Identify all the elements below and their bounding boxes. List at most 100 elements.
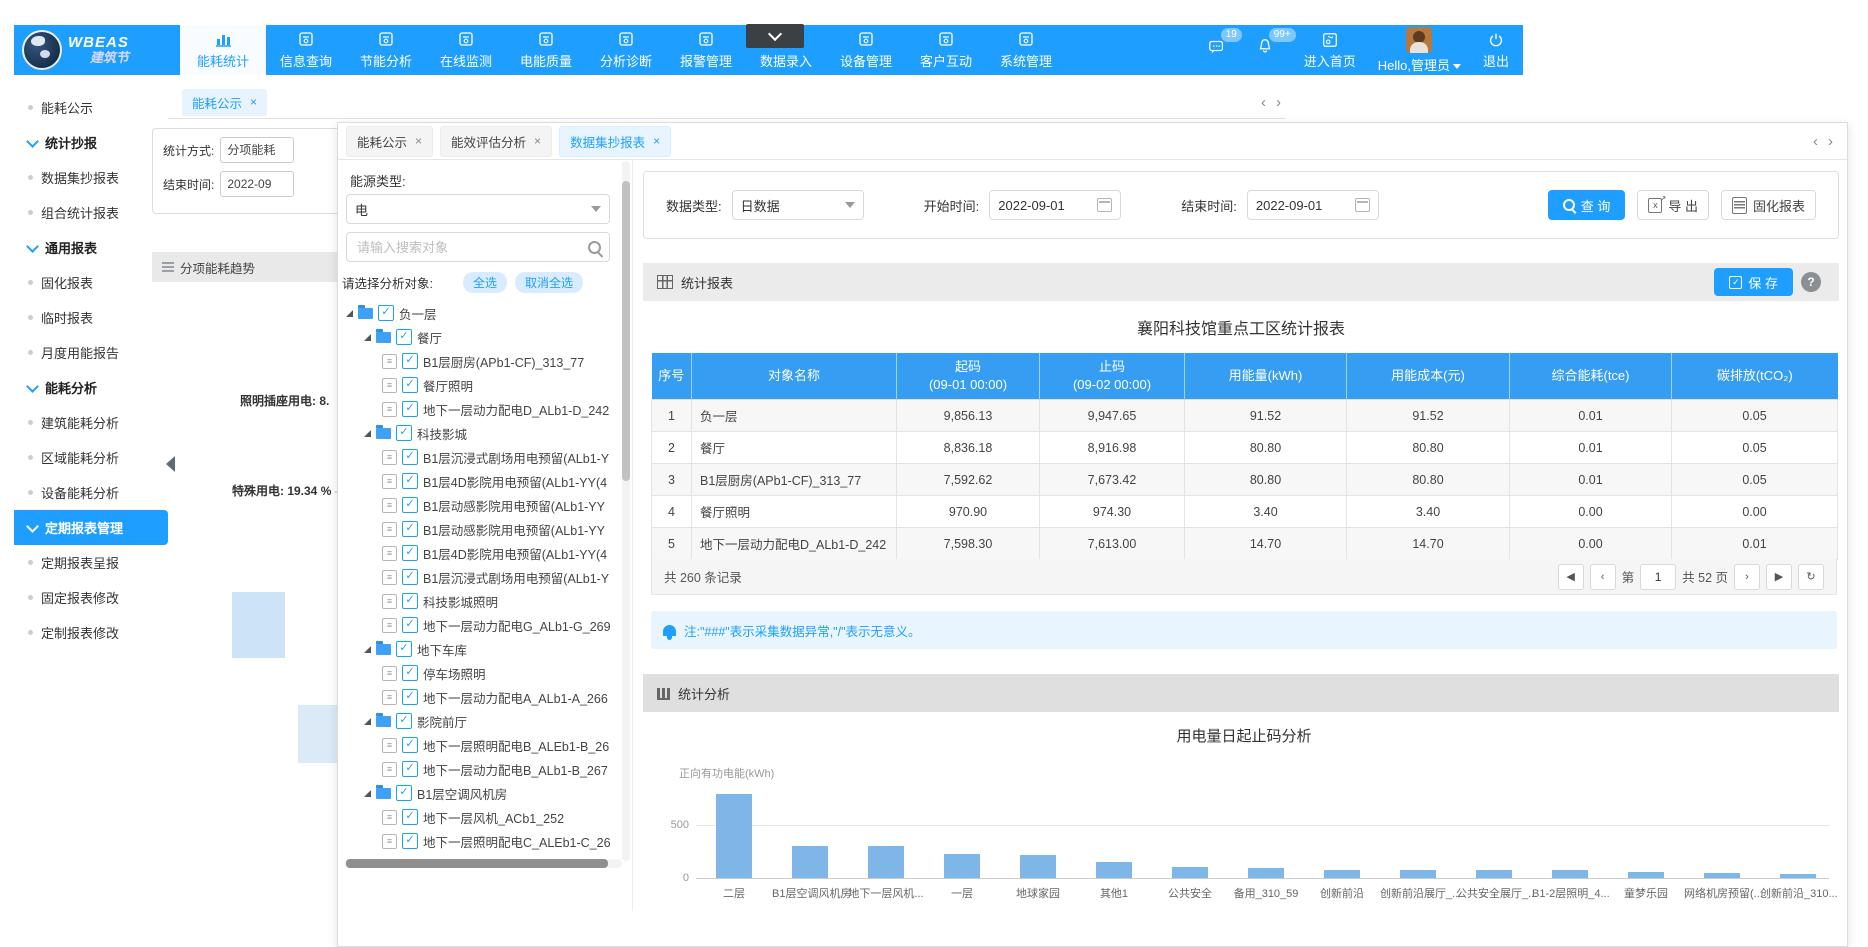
message-badge[interactable]: 19 xyxy=(1221,28,1242,42)
stat-mode-select[interactable]: 分项能耗 xyxy=(220,137,294,163)
select-all-button[interactable]: 全选 xyxy=(463,272,507,293)
tree-node[interactable]: ✓影院前厅 xyxy=(346,709,618,733)
nav-item-analysis-diagnosis[interactable]: 分析诊断 xyxy=(586,25,666,75)
end-time-input[interactable]: 2022-09 xyxy=(220,171,294,197)
tree-expander-icon[interactable] xyxy=(364,790,371,797)
tree-node[interactable]: ≡✓B1层4D影院用电预留(ALb1-YY(4 xyxy=(346,541,618,565)
sidebar-item-custom-report-edit[interactable]: 定制报表修改 xyxy=(14,615,168,650)
tree-expander-icon[interactable] xyxy=(364,334,371,341)
close-icon[interactable]: × xyxy=(250,95,257,109)
nav-item-alarm-management[interactable]: 报警管理 xyxy=(666,25,746,75)
last-page-button[interactable]: ▶ xyxy=(1766,564,1792,590)
checkbox-checked[interactable]: ✓ xyxy=(402,521,418,537)
checkbox-checked[interactable]: ✓ xyxy=(402,401,418,417)
tree-node[interactable]: ≡✓B1层动感影院用电预留(ALb1-YY xyxy=(346,493,618,517)
tree-node[interactable]: ≡✓餐厅照明 xyxy=(346,373,618,397)
tab-scroll-left[interactable]: ‹ xyxy=(1261,94,1266,111)
tree-node[interactable]: ✓地下车库 xyxy=(346,637,618,661)
logout-button[interactable]: 退出 xyxy=(1483,31,1509,70)
first-page-button[interactable]: ◀ xyxy=(1558,564,1584,590)
tree-node[interactable]: ≡✓地下一层动力配电B_ALb1-B_267 xyxy=(346,757,618,781)
checkbox-checked[interactable]: ✓ xyxy=(402,353,418,369)
next-page-button[interactable]: › xyxy=(1734,564,1760,590)
panel-tab-scroll-left[interactable]: ‹ xyxy=(1813,133,1818,150)
checkbox-checked[interactable]: ✓ xyxy=(402,593,418,609)
energy-type-select[interactable]: 电 xyxy=(346,194,610,224)
checkbox-checked[interactable]: ✓ xyxy=(396,713,412,729)
sidebar-item-solidified-report[interactable]: 固化报表 xyxy=(14,265,168,300)
checkbox-checked[interactable]: ✓ xyxy=(402,665,418,681)
sidebar-item-temporary-report[interactable]: 临时报表 xyxy=(14,300,168,335)
sidebar-item-dataset-report[interactable]: 数据集抄报表 xyxy=(14,160,168,195)
save-button[interactable]: ✓保 存 xyxy=(1714,268,1793,296)
tree-node[interactable]: ≡✓地下一层照明配电B_ALEb1-B_26 xyxy=(346,733,618,757)
home-button[interactable]: 进入首页 xyxy=(1304,31,1356,70)
tree-node[interactable]: ≡✓科技影城照明 xyxy=(346,589,618,613)
tree-node[interactable]: ≡✓地下一层照明配电C_ALEb1-C_26 xyxy=(346,829,618,853)
tree-vertical-scrollbar[interactable] xyxy=(622,161,630,861)
data-type-select[interactable]: 日数据 xyxy=(732,190,864,220)
checkbox-checked[interactable]: ✓ xyxy=(402,833,418,849)
refresh-button[interactable]: ↻ xyxy=(1798,564,1824,590)
checkbox-checked[interactable]: ✓ xyxy=(396,785,412,801)
nav-item-power-quality[interactable]: 电能质量 xyxy=(506,25,586,75)
tree-node[interactable]: ≡✓地下一层动力配电A_ALb1-A_266 xyxy=(346,685,618,709)
tab-scroll-right[interactable]: › xyxy=(1276,94,1281,111)
sidebar-item-monthly-energy-report[interactable]: 月度用能报告 xyxy=(14,335,168,370)
panel-tab-energy-publicity[interactable]: 能耗公示× xyxy=(346,126,433,157)
data-entry-dropdown-arrow[interactable] xyxy=(746,24,804,48)
sidebar-item-building-energy-analysis[interactable]: 建筑能耗分析 xyxy=(14,405,168,440)
checkbox-checked[interactable]: ✓ xyxy=(402,689,418,705)
checkbox-checked[interactable]: ✓ xyxy=(402,569,418,585)
tree-node[interactable]: ≡✓B1层沉浸式剧场用电预留(ALb1-Y xyxy=(346,565,618,589)
solidify-report-button[interactable]: 固化报表 xyxy=(1721,190,1816,220)
tree-node[interactable]: ≡✓B1层4D影院用电预留(ALb1-YY(4 xyxy=(346,469,618,493)
sidebar-item-periodic-report-submit[interactable]: 定期报表呈报 xyxy=(14,545,168,580)
tree-node[interactable]: ≡✓B1层沉浸式剧场用电预留(ALb1-Y xyxy=(346,445,618,469)
checkbox-checked[interactable]: ✓ xyxy=(378,305,394,321)
query-button[interactable]: 查 询 xyxy=(1548,190,1626,220)
scrollbar-thumb[interactable] xyxy=(622,181,630,481)
panel-tab-scroll-right[interactable]: › xyxy=(1828,133,1833,150)
tree-node[interactable]: ✓科技影城 xyxy=(346,421,618,445)
messages-button[interactable]: 19 xyxy=(1208,37,1234,63)
checkbox-checked[interactable]: ✓ xyxy=(402,809,418,825)
tree-expander-icon[interactable] xyxy=(364,646,371,653)
start-date-input[interactable]: 2022-09-01 xyxy=(989,190,1121,220)
sidebar-item-periodic-report-mgmt[interactable]: 定期报表管理 xyxy=(14,510,168,545)
checkbox-checked[interactable]: ✓ xyxy=(402,737,418,753)
sidebar-item-region-energy-analysis[interactable]: 区域能耗分析 xyxy=(14,440,168,475)
nav-item-info-query[interactable]: 信息查询 xyxy=(266,25,346,75)
alert-badge[interactable]: 99+ xyxy=(1269,28,1296,42)
table-row[interactable]: 5地下一层动力配电D_ALb1-D_2427,598.307,613.0014.… xyxy=(652,528,1838,560)
close-icon[interactable]: × xyxy=(653,134,660,148)
panel-tab-efficiency-evaluation[interactable]: 能效评估分析× xyxy=(440,126,552,157)
alerts-button[interactable]: 99+ xyxy=(1256,37,1282,63)
search-icon[interactable] xyxy=(588,241,601,254)
tree-node[interactable]: ✓负一层 xyxy=(346,301,618,325)
deselect-all-button[interactable]: 取消全选 xyxy=(515,272,583,293)
tree-node[interactable]: ≡✓地下一层风机_ACb1_252 xyxy=(346,805,618,829)
search-input[interactable] xyxy=(355,239,588,256)
tree-node[interactable]: ≡✓地下一层动力配电D_ALb1-D_242 xyxy=(346,397,618,421)
checkbox-checked[interactable]: ✓ xyxy=(402,617,418,633)
nav-item-customer-interaction[interactable]: 客户互动 xyxy=(906,25,986,75)
nav-item-energy-saving-analysis[interactable]: 节能分析 xyxy=(346,25,426,75)
checkbox-checked[interactable]: ✓ xyxy=(402,473,418,489)
sidebar-item-stat-meter-reading[interactable]: 统计抄报 xyxy=(14,125,168,160)
tree-node[interactable]: ≡✓B1层动感影院用电预留(ALb1-YY xyxy=(346,517,618,541)
close-icon[interactable]: × xyxy=(534,134,541,148)
scrollbar-thumb[interactable] xyxy=(346,859,608,868)
workspace-tab-energy-publicity[interactable]: 能耗公示 × xyxy=(182,89,267,116)
export-button[interactable]: x导 出 xyxy=(1637,190,1709,220)
tree-node[interactable]: ≡✓B1层厨房(APb1-CF)_313_77 xyxy=(346,349,618,373)
table-row[interactable]: 2餐厅8,836.188,916.9880.8080.800.010.05 xyxy=(652,432,1838,464)
sidebar-item-fixed-report-edit[interactable]: 固定报表修改 xyxy=(14,580,168,615)
user-menu[interactable]: Hello,管理员 xyxy=(1378,27,1461,74)
checkbox-checked[interactable]: ✓ xyxy=(402,449,418,465)
tree-node[interactable]: ✓餐厅 xyxy=(346,325,618,349)
nav-item-energy-stats[interactable]: 能耗统计 xyxy=(180,25,266,75)
tree-expander-icon[interactable] xyxy=(364,718,371,725)
table-row[interactable]: 1负一层9,856.139,947.6591.5291.520.010.05 xyxy=(652,400,1838,432)
table-row[interactable]: 4餐厅照明970.90974.303.403.400.000.00 xyxy=(652,496,1838,528)
